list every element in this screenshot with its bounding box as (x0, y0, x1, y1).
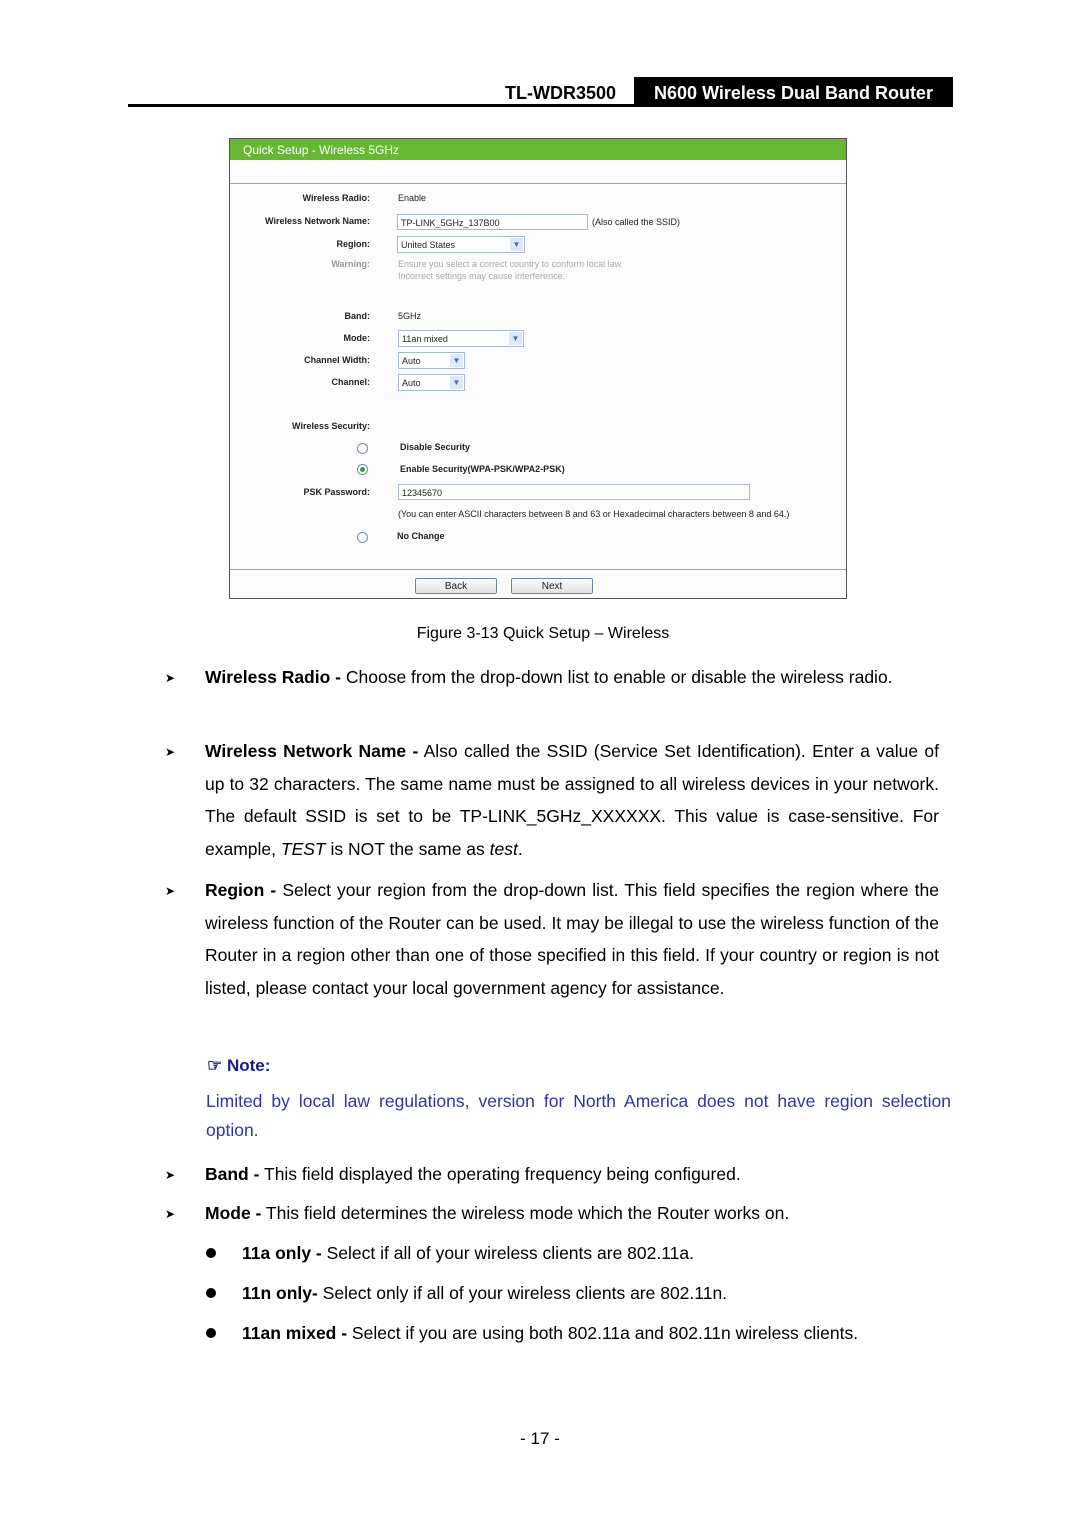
disable-security-radio[interactable] (357, 443, 368, 454)
wireless-security-label: Wireless Security: (292, 421, 370, 431)
term: Mode - (205, 1203, 262, 1223)
panel-title: Quick Setup - Wireless 5GHz (230, 139, 846, 160)
chevron-down-icon: ▼ (450, 354, 463, 367)
description: Choose from the drop-down list to enable… (341, 667, 893, 687)
psk-hint: (You can enter ASCII characters between … (398, 509, 790, 519)
term: Region - (205, 880, 277, 900)
description: This field displayed the operating frequ… (259, 1164, 741, 1184)
description: Select if you are using both 802.11a and… (347, 1323, 859, 1343)
channel-select[interactable]: Auto ▼ (398, 374, 465, 391)
note-heading: ☞ Note: (207, 1056, 270, 1076)
enable-security-label: Enable Security(WPA-PSK/WPA2-PSK) (400, 464, 565, 474)
quick-setup-screenshot: Quick Setup - Wireless 5GHz Wireless Rad… (229, 138, 847, 599)
header-model: TL-WDR3500 (505, 83, 617, 103)
term: Band - (205, 1164, 260, 1184)
mode-label: Mode: (343, 333, 371, 343)
psk-password-input[interactable]: 12345670 (398, 484, 750, 500)
network-name-label: Wireless Network Name: (265, 216, 370, 226)
band-label: Band: (344, 311, 371, 321)
channel-value: Auto (402, 378, 421, 388)
divider (230, 569, 846, 570)
item-wireless-radio: Wireless Radio - Choose from the drop-do… (205, 661, 939, 694)
description: . (517, 838, 523, 859)
warning-line2: Incorrect settings may cause interferenc… (398, 271, 566, 281)
chevron-down-icon: ▼ (450, 376, 463, 389)
mode-select[interactable]: 11an mixed ▼ (398, 330, 524, 347)
item-band: Band - This field displayed the operatin… (205, 1158, 939, 1191)
psk-password-label: PSK Password: (303, 487, 370, 497)
description: Select your region from the drop-down li… (205, 880, 940, 998)
page-number: - 17 - (520, 1429, 560, 1448)
arrow-bullet-icon: ➤ (165, 745, 176, 759)
header-product: N600 Wireless Dual Band Router (634, 77, 953, 107)
figure-caption: Figure 3-13 Quick Setup – Wireless (416, 625, 670, 642)
term: 11an mixed - (242, 1323, 348, 1343)
example-lower: test (489, 838, 518, 859)
item-network-name: Wireless Network Name - Also called the … (205, 735, 939, 865)
region-value: United States (401, 240, 456, 250)
note-text: Limited by local law regulations, versio… (206, 1091, 951, 1140)
region-label: Region: (336, 239, 371, 249)
mode-option: 11a only - Select if all of your wireles… (242, 1243, 694, 1264)
term: 11n only- (242, 1283, 318, 1303)
header-rule (128, 104, 634, 107)
example-upper: TEST (280, 838, 326, 859)
channel-label: Channel: (331, 377, 370, 387)
mode-option: 11n only- Select only if all of your wir… (242, 1283, 727, 1304)
channel-width-label: Channel Width: (304, 355, 370, 365)
pointing-hand-icon: ☞ (207, 1056, 223, 1075)
warning-line1: Ensure you select a correct country to c… (398, 259, 624, 269)
divider (230, 183, 846, 184)
description: is NOT the same as (325, 838, 490, 859)
warning-label: Warning: (331, 259, 370, 269)
ssid-note: (Also called the SSID) (592, 217, 681, 227)
term: 11a only - (242, 1243, 322, 1263)
region-select[interactable]: United States ▼ (397, 236, 525, 253)
item-region: Region - Select your region from the dro… (205, 874, 939, 1004)
description: This field determines the wireless mode … (261, 1203, 790, 1223)
mode-value: 11an mixed (402, 334, 448, 344)
term: Wireless Network Name - (205, 741, 419, 761)
enable-security-radio[interactable] (357, 464, 368, 475)
arrow-bullet-icon: ➤ (165, 884, 176, 898)
channel-width-value: Auto (402, 356, 421, 366)
mode-option: 11an mixed - Select if you are using bot… (242, 1323, 858, 1344)
arrow-bullet-icon: ➤ (165, 1207, 176, 1221)
chevron-down-icon: ▼ (509, 332, 522, 345)
network-name-input[interactable]: TP-LINK_5GHz_137B00 (397, 214, 588, 230)
chevron-down-icon: ▼ (510, 238, 523, 251)
wireless-radio-value: Enable (398, 193, 427, 203)
back-button[interactable]: Back (415, 578, 497, 594)
note-label: Note: (226, 1056, 271, 1075)
arrow-bullet-icon: ➤ (165, 671, 176, 685)
description: Select if all of your wireless clients a… (321, 1243, 694, 1263)
term: Wireless Radio - (205, 667, 341, 687)
next-button[interactable]: Next (511, 578, 593, 594)
bullet-dot-icon (206, 1288, 216, 1298)
description: Select only if all of your wireless clie… (317, 1283, 728, 1303)
no-change-radio[interactable] (357, 532, 368, 543)
disable-security-label: Disable Security (400, 442, 471, 452)
band-value: 5GHz (398, 311, 422, 321)
wireless-radio-label: Wireless Radio: (302, 193, 370, 203)
item-mode: Mode - This field determines the wireles… (205, 1197, 939, 1230)
arrow-bullet-icon: ➤ (165, 1168, 176, 1182)
bullet-dot-icon (206, 1328, 216, 1338)
no-change-label: No Change (397, 531, 445, 541)
channel-width-select[interactable]: Auto ▼ (398, 352, 465, 369)
bullet-dot-icon (206, 1248, 216, 1258)
